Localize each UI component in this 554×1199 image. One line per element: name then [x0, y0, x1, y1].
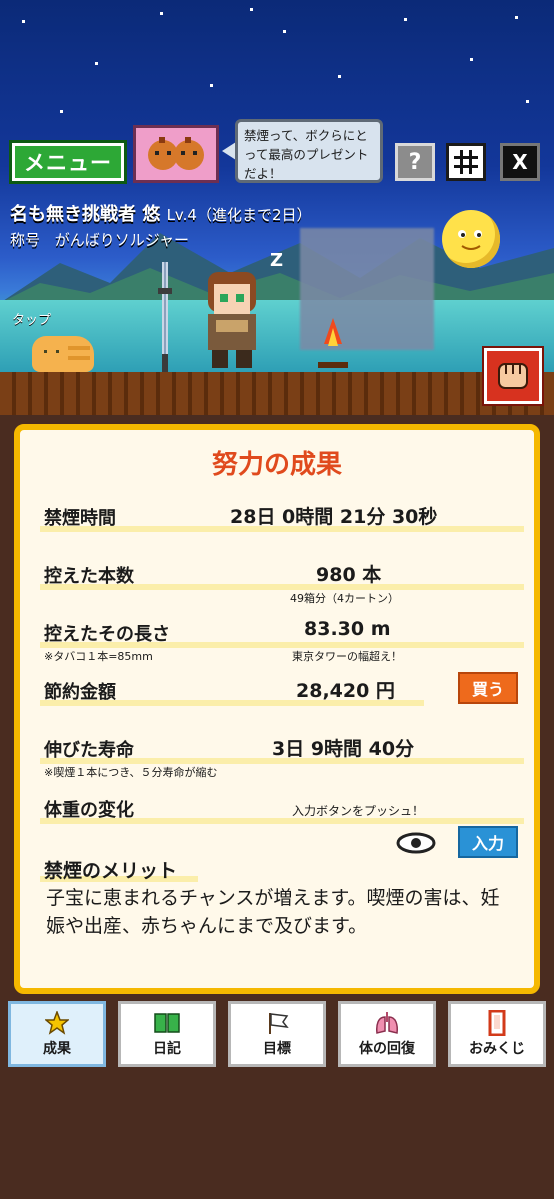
panel-title: 努力の成果	[211, 450, 342, 480]
row-note: ※タバコ１本=85mm	[44, 650, 153, 663]
row-value: 入力ボタンをプッシュ！	[292, 804, 425, 818]
sword-icon	[158, 262, 172, 374]
row-sub: 東京タワーの幅超え！	[292, 650, 402, 663]
speech-bubble: 禁煙って、ボクらにとって最高のプレゼントだよ！	[235, 119, 383, 183]
campfire-icon	[318, 318, 348, 368]
player-title-line: 称号 がんばりソルジャー	[10, 229, 189, 250]
speech-bubble-tail	[222, 142, 236, 160]
help-button[interactable]: ?	[395, 143, 435, 181]
nav-label: おみくじ	[469, 1040, 525, 1057]
star	[515, 16, 518, 19]
star	[22, 20, 25, 23]
fist-icon	[498, 363, 528, 389]
flag-icon	[264, 1011, 290, 1035]
nav-item-goal[interactable]: 目標	[228, 1001, 326, 1067]
game-scene: タップ Z メニュー 禁煙って、ボクらにとって最高のプレゼントだよ！ ? X 名…	[0, 0, 554, 415]
nav-item-omikuji[interactable]: おみくじ	[448, 1001, 546, 1067]
row-underline	[40, 526, 524, 532]
star	[526, 100, 529, 103]
row-value: 83.30 m	[304, 618, 391, 640]
omikuji-icon	[484, 1009, 510, 1036]
x-logo-icon[interactable]: X	[500, 143, 540, 181]
title-value: がんばりソルジャー	[54, 231, 190, 249]
nav-item-results[interactable]: 成果	[8, 1001, 106, 1067]
star-icon	[44, 1010, 70, 1035]
merit-text: 子宝に恵まれるチャンスが増えます。喫煙の害は、妊娠や出産、赤ちゃんにまで及びます…	[46, 887, 500, 937]
row-value: 28日 0時間 21分 30秒	[230, 506, 438, 528]
character-icon[interactable]	[133, 125, 219, 183]
nav-label: 目標	[263, 1040, 291, 1057]
nav-label: 日記	[153, 1040, 181, 1057]
nav-label: 成果	[43, 1040, 71, 1057]
hero-sprite[interactable]	[198, 270, 266, 370]
eye-icon[interactable]	[396, 832, 436, 858]
nav-item-diary[interactable]: 日記	[118, 1001, 216, 1067]
menu-button[interactable]: メニュー	[9, 140, 127, 184]
row-sub: 49箱分（4カートン）	[290, 592, 399, 605]
title-label: 称号	[10, 231, 41, 249]
star	[60, 110, 63, 113]
input-button[interactable]: 入力	[458, 826, 518, 858]
row-note: ※喫煙１本につき、５分寿命が縮む	[44, 766, 218, 779]
row-value: 3日 9時間 40分	[272, 738, 415, 760]
lungs-icon	[374, 1011, 400, 1035]
sleep-icon: Z	[270, 250, 284, 271]
star	[95, 62, 98, 65]
cat-sprite[interactable]	[32, 336, 94, 372]
row-underline	[40, 818, 524, 824]
results-panel: 努力の成果 禁煙時間 28日 0時間 21分 30秒 控えた本数 980 本 4…	[14, 424, 540, 994]
bottom-nav: 成果 日記 目標 体の回復 おみくじ	[8, 1001, 548, 1071]
tap-hint: タップ	[12, 313, 52, 328]
star	[160, 12, 163, 15]
punch-button[interactable]	[482, 346, 544, 406]
star	[404, 18, 407, 21]
grid-icon[interactable]	[446, 143, 486, 181]
player-name: 名も無き挑戦者 悠	[10, 204, 161, 225]
star	[283, 30, 286, 33]
moon-face-icon	[442, 210, 500, 268]
book-icon	[154, 1011, 180, 1035]
dirt-ground	[0, 372, 554, 415]
merit-title: 禁煙のメリット	[44, 860, 178, 882]
row-underline	[40, 584, 524, 590]
row-value: 28,420 円	[296, 680, 395, 702]
nav-label: 体の回復	[359, 1040, 415, 1057]
player-level: Lv.4（進化まで2日）	[166, 206, 312, 224]
star	[338, 75, 341, 78]
star	[250, 8, 253, 11]
buy-button[interactable]: 買う	[458, 672, 518, 704]
star	[470, 58, 473, 61]
player-name-line: 名も無き挑戦者 悠 Lv.4（進化まで2日）	[10, 200, 312, 226]
row-value: 980 本	[316, 564, 382, 586]
star	[210, 84, 213, 87]
nav-item-body-recovery[interactable]: 体の回復	[338, 1001, 436, 1067]
row-underline	[40, 700, 424, 706]
